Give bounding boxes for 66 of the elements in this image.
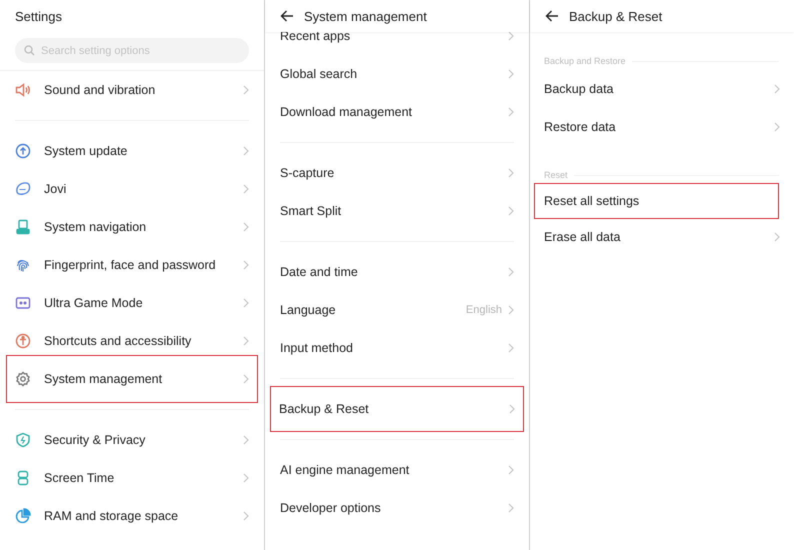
item-label: System update	[44, 144, 128, 158]
item-label: Screen Time	[44, 471, 116, 485]
pie-chart-icon	[15, 508, 31, 524]
item-label: Download management	[280, 105, 414, 119]
gear-icon	[15, 371, 31, 387]
item-label: Backup & Reset	[279, 402, 370, 416]
settings-item[interactable]: Sound and vibration	[0, 71, 264, 109]
item-label: Security & Privacy	[44, 433, 146, 447]
settings-item[interactable]: Global search	[265, 55, 529, 93]
settings-item[interactable]: Backup & Reset	[271, 387, 523, 431]
item-label: Language	[280, 303, 337, 317]
settings-item[interactable]: AI engine management	[265, 451, 529, 489]
settings-item[interactable]: Download management	[265, 93, 529, 131]
item-label: Backup data	[544, 82, 614, 96]
page-title: System management	[304, 8, 427, 24]
settings-item[interactable]: System update	[0, 132, 264, 170]
settings-item[interactable]: Restore data	[530, 108, 794, 146]
device-icon	[15, 219, 31, 235]
back-arrow-icon[interactable]	[545, 10, 559, 22]
settings-item[interactable]: Screen Time	[0, 459, 264, 497]
hourglass-icon	[15, 470, 31, 486]
item-value: English	[466, 304, 502, 316]
item-label: Reset all settings	[544, 194, 640, 208]
settings-item[interactable]: Fingerprint, face and password	[0, 246, 264, 284]
settings-item[interactable]: System navigation	[0, 208, 264, 246]
settings-item[interactable]: Language English	[265, 291, 529, 329]
speaker-icon	[15, 82, 31, 98]
settings-item[interactable]: Reset all settings	[535, 184, 778, 218]
item-label: Developer options	[280, 501, 382, 515]
settings-item[interactable]: Erase all data	[530, 218, 794, 256]
item-label: AI engine management	[280, 463, 410, 477]
settings-item[interactable]: Jovi	[0, 170, 264, 208]
gamepad-icon	[15, 295, 31, 311]
settings-item[interactable]: Security & Privacy	[0, 421, 264, 459]
item-label: Date and time	[280, 265, 359, 279]
settings-item[interactable]: Developer options	[265, 489, 529, 527]
item-label: Restore data	[544, 120, 617, 134]
section-heading: Backup and Restore	[544, 56, 626, 66]
settings-item[interactable]: Ultra Game Mode	[0, 284, 264, 322]
settings-item[interactable]: RAM and storage space	[0, 497, 264, 535]
item-label: Ultra Game Mode	[44, 296, 144, 310]
item-label: Shortcuts and accessibility	[44, 334, 192, 348]
settings-item[interactable]: Smart Split	[265, 192, 529, 230]
back-arrow-icon[interactable]	[280, 10, 294, 22]
page-title: Settings	[15, 8, 62, 24]
item-label: Erase all data	[544, 230, 622, 244]
item-label: Sound and vibration	[44, 83, 156, 97]
item-label: System navigation	[44, 220, 148, 234]
accessibility-icon	[15, 333, 31, 349]
item-label: Input method	[280, 341, 354, 355]
settings-item[interactable]: Date and time	[265, 253, 529, 291]
section-heading: Reset	[544, 170, 568, 180]
item-label: RAM and storage space	[44, 509, 180, 523]
page-title: Backup & Reset	[569, 8, 662, 24]
settings-item[interactable]: Input method	[265, 329, 529, 367]
item-label: Smart Split	[280, 204, 342, 218]
fingerprint-icon	[15, 257, 31, 273]
shield-icon	[15, 432, 31, 448]
item-label: System management	[44, 372, 164, 386]
settings-item[interactable]: S-capture	[265, 154, 529, 192]
settings-item[interactable]: Backup data	[530, 70, 794, 108]
item-label: Fingerprint, face and password	[44, 258, 217, 272]
item-label: S-capture	[280, 166, 336, 180]
item-label: Jovi	[44, 182, 68, 196]
upload-icon	[15, 143, 31, 159]
item-label: Global search	[280, 67, 358, 81]
